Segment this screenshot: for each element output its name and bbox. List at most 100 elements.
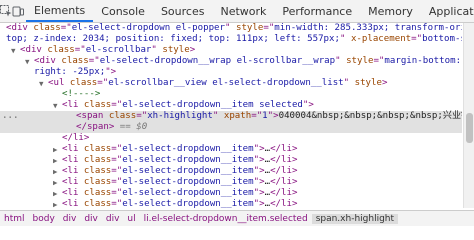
device-toolbar-icon[interactable] xyxy=(12,0,24,22)
dom-node-selected[interactable]: </span> == $0 xyxy=(0,122,462,133)
token-pu: " xyxy=(225,23,236,33)
vertical-scrollbar[interactable] xyxy=(463,23,474,208)
token-pu: "> xyxy=(253,166,265,176)
token-tag: <div xyxy=(20,45,48,55)
token-tag: <li xyxy=(62,188,84,198)
token-an: class xyxy=(83,177,112,187)
dom-node-line[interactable]: <!----> xyxy=(0,89,462,100)
collapse-triangle-icon[interactable]: ▼ xyxy=(39,78,44,89)
token-av: min-width: 285.333px; transform-origin: … xyxy=(274,23,462,33)
tab-memory[interactable]: Memory xyxy=(360,0,421,22)
node-markup: <li class="el-select-dropdown__item">…</… xyxy=(62,155,297,166)
breadcrumb-item[interactable]: li.el-select-dropdown__item.selected xyxy=(140,214,312,224)
token-pu: " xyxy=(151,45,163,55)
scrollbar-thumb[interactable] xyxy=(466,113,473,143)
token-pu: =" xyxy=(136,111,148,121)
token-av: right: -25px; xyxy=(34,67,106,77)
expand-triangle-icon[interactable]: ▶ xyxy=(53,155,58,166)
breadcrumb-item[interactable]: span.xh-highlight xyxy=(311,213,399,224)
token-cm: <!----> xyxy=(62,89,101,99)
node-markup: <li class="el-select-dropdown__item">…</… xyxy=(62,177,297,188)
dom-node-line[interactable]: ▼ <li class="el-select-dropdown__item sel… xyxy=(0,100,462,111)
dom-node-line[interactable]: ▶ <li class="el-select-dropdown__item">…<… xyxy=(0,188,462,199)
token-an: class xyxy=(83,166,112,176)
dom-node-line[interactable]: ▶ <li class="el-select-dropdown__item">…<… xyxy=(0,199,462,208)
breadcrumb-item[interactable]: div xyxy=(59,214,81,224)
expand-triangle-icon[interactable]: ▶ xyxy=(53,177,58,188)
token-tag: </span> xyxy=(76,122,115,132)
dom-node-line[interactable]: ▶ <li class="el-select-dropdown__item">…<… xyxy=(0,144,462,155)
token-av: el-select-dropdown__item xyxy=(122,199,254,208)
dom-node-line[interactable]: ▶ <li class="el-select-dropdown__item">…<… xyxy=(0,155,462,166)
node-markup: </span> == $0 xyxy=(76,122,147,133)
dom-node-line[interactable]: <div class="el-select-dropdown el-popper… xyxy=(0,23,462,34)
token-pu: =" xyxy=(111,100,123,110)
token-an: class xyxy=(83,188,112,198)
breadcrumb-item[interactable]: body xyxy=(29,214,59,224)
dom-node-line[interactable]: ▶ <li class="el-select-dropdown__item">…<… xyxy=(0,177,462,188)
token-tx: 040004&nbsp;&nbsp;&nbsp;&nbsp;兴业银行2013专户… xyxy=(278,111,462,121)
token-tag: </li> xyxy=(270,188,298,198)
inspect-element-icon[interactable] xyxy=(0,0,12,22)
token-av: el-select-dropdown__item xyxy=(122,144,254,154)
breadcrumb-item[interactable]: ul xyxy=(123,214,139,224)
dom-node-line[interactable]: </li> xyxy=(0,133,462,144)
token-av: margin-bottom: -25px; margin- xyxy=(384,56,462,66)
dom-node-selected[interactable]: ... <span class="xh-highlight" xpath="1">… xyxy=(0,111,462,122)
collapse-triangle-icon[interactable]: ▼ xyxy=(25,56,30,67)
token-an: class xyxy=(83,144,112,154)
token-pu: " xyxy=(339,34,351,44)
token-an: style xyxy=(162,45,190,55)
expand-triangle-icon[interactable]: ▶ xyxy=(53,188,58,199)
tab-elements[interactable]: Elements xyxy=(26,0,94,22)
token-tag: </li> xyxy=(270,155,298,165)
token-pu: =" xyxy=(111,199,123,208)
node-markup: <li class="el-select-dropdown__item">…</… xyxy=(62,199,297,208)
tab-network[interactable]: Network xyxy=(212,0,274,22)
node-actions-icon[interactable]: ... xyxy=(0,111,22,122)
tab-strip: Elements Console Sources Network Performance… xyxy=(26,0,474,22)
dom-node-line[interactable]: ▼ <div class="el-select-dropdown__wrap el… xyxy=(0,56,462,67)
dom-node-line[interactable]: ▼ <div class="el-scrollbar" style> xyxy=(0,45,462,56)
tab-performance[interactable]: Performance xyxy=(274,0,360,22)
token-tag: </li> xyxy=(270,166,298,176)
breadcrumb-item[interactable]: div xyxy=(102,214,124,224)
token-pu: "> xyxy=(253,177,265,187)
collapse-triangle-icon[interactable]: ▼ xyxy=(11,45,16,56)
token-eq: == $0 xyxy=(114,122,148,132)
breadcrumb-item[interactable]: div xyxy=(80,214,102,224)
dom-node-line[interactable]: top; z-index: 2034; position: fixed; top… xyxy=(0,34,462,45)
dom-node-line[interactable]: ▶ <li class="el-select-dropdown__item">…<… xyxy=(0,166,462,177)
collapse-triangle-icon[interactable]: ▼ xyxy=(53,100,58,111)
tab-console[interactable]: Console xyxy=(93,0,153,22)
token-av: el-select-dropdown__item xyxy=(122,188,254,198)
token-an: xpath xyxy=(223,111,252,121)
breadcrumb-item[interactable]: html xyxy=(0,214,29,224)
expand-triangle-icon[interactable]: ▶ xyxy=(53,144,58,155)
token-pu: " xyxy=(212,111,224,121)
dom-node-line[interactable]: ▼ <ul class="el-scrollbar__view el-select… xyxy=(0,78,462,89)
token-an: class xyxy=(69,78,98,88)
token-pu: =" xyxy=(263,23,275,33)
token-av: el-select-dropdown el-popper xyxy=(71,23,226,33)
token-av: el-select-dropdown__item xyxy=(122,155,254,165)
token-pu: "> xyxy=(253,155,265,165)
node-markup: top; z-index: 2034; position: fixed; top… xyxy=(6,34,462,45)
token-pu: "> xyxy=(302,100,314,110)
node-markup: <!----> xyxy=(62,89,100,100)
dom-node-line[interactable]: right: -25px;"> xyxy=(0,67,462,78)
tab-sources[interactable]: Sources xyxy=(153,0,213,22)
node-markup: <span class="xh-highlight" xpath="1">040… xyxy=(76,111,462,122)
token-an: style xyxy=(235,23,264,33)
expand-triangle-icon[interactable]: ▶ xyxy=(53,199,58,208)
token-pu: " xyxy=(335,56,347,66)
token-tag: <div xyxy=(6,23,34,33)
tab-application[interactable]: Application xyxy=(421,0,474,22)
token-pu: "> xyxy=(253,199,265,208)
token-pu: =" xyxy=(97,78,109,88)
token-pu: "> xyxy=(253,144,265,154)
token-pu: =" xyxy=(111,188,123,198)
token-pu: " xyxy=(343,78,355,88)
token-pu: =" xyxy=(111,144,123,154)
expand-triangle-icon[interactable]: ▶ xyxy=(53,166,58,177)
